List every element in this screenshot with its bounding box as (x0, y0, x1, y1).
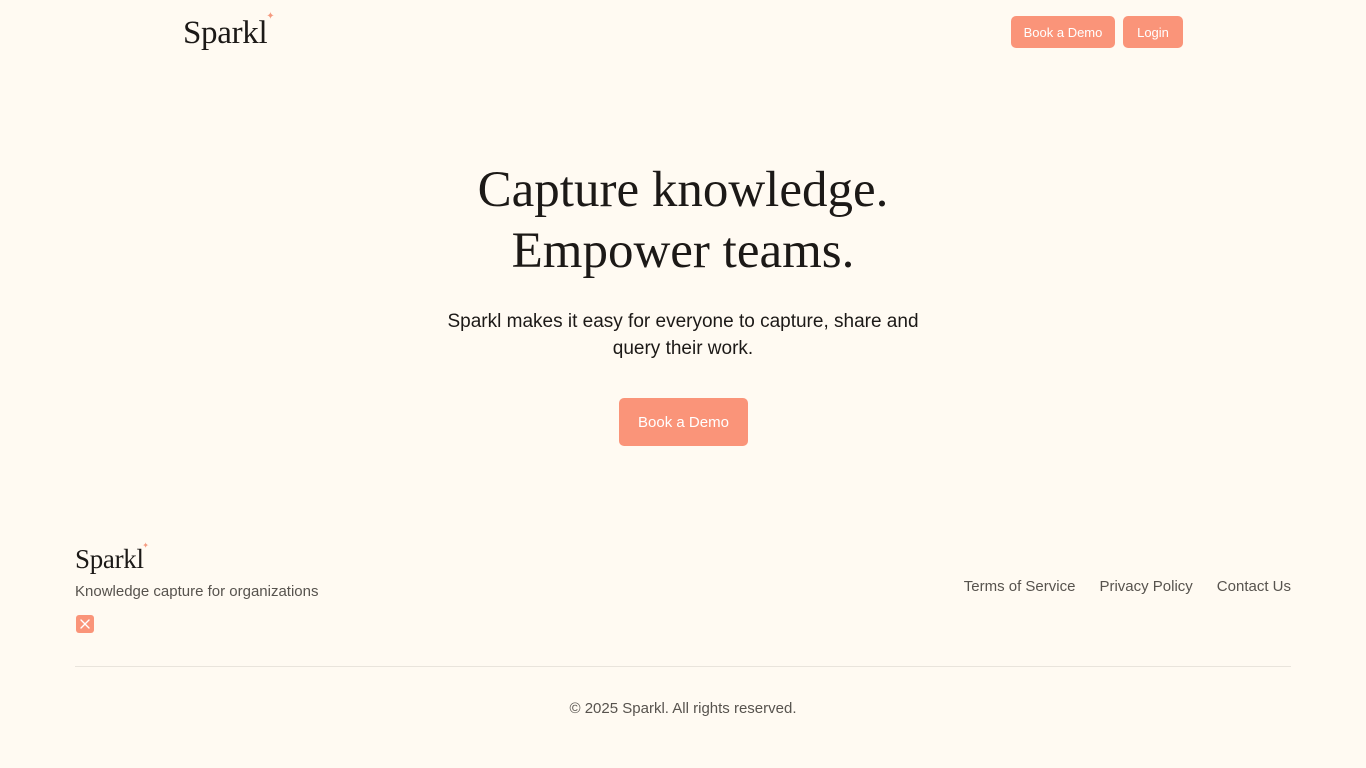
contact-us-link[interactable]: Contact Us (1217, 578, 1291, 596)
footer-nav: Terms of Service Privacy Policy Contact … (964, 578, 1291, 596)
sparkle-icon: ✦ (266, 11, 275, 22)
x-icon (80, 619, 90, 629)
hero-book-demo-button[interactable]: Book a Demo (619, 398, 748, 446)
sparkle-icon: ✦ (142, 541, 149, 550)
hero-title: Capture knowledge. Empower teams. (333, 160, 1033, 282)
landing-page: Sparkl ✦ Book a Demo Login Capture knowl… (0, 0, 1366, 768)
login-button[interactable]: Login (1123, 16, 1183, 48)
hero-subtitle: Sparkl makes it easy for everyone to cap… (447, 311, 919, 359)
privacy-policy-link[interactable]: Privacy Policy (1099, 578, 1192, 596)
footer-tagline: Knowledge capture for organizations (75, 583, 319, 600)
copyright-text: © 2025 Sparkl. All rights reserved. (569, 700, 797, 717)
logo-text: Sparkl (183, 15, 268, 51)
footer-divider (75, 666, 1291, 667)
logo[interactable]: Sparkl ✦ (183, 12, 275, 51)
book-demo-button[interactable]: Book a Demo (1011, 16, 1115, 48)
hero-title-line-2: Empower teams. (511, 223, 855, 279)
footer-logo[interactable]: Sparkl ✦ (75, 542, 149, 574)
site-header: Sparkl ✦ Book a Demo Login (0, 0, 1366, 64)
hero-title-line-1: Capture knowledge. (477, 162, 889, 218)
terms-of-service-link[interactable]: Terms of Service (964, 578, 1076, 596)
footer-logo-text: Sparkl (75, 544, 144, 574)
x-social-link[interactable] (76, 615, 94, 633)
